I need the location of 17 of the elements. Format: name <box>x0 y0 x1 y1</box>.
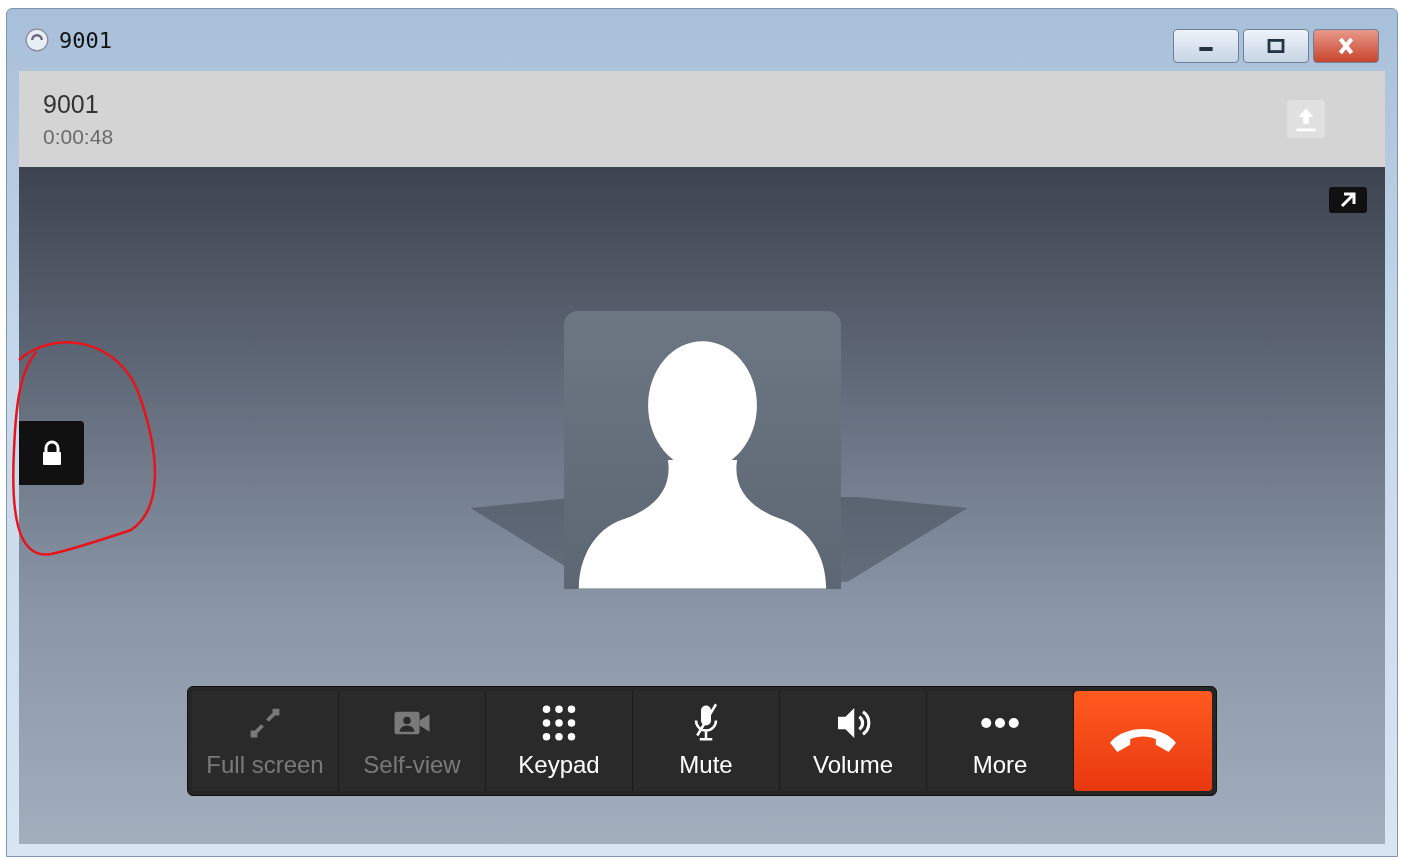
caller-name: 9001 <box>43 89 100 119</box>
toolbar-button[interactable]: Volume <box>780 691 927 791</box>
call-duration: 0:00:48 <box>43 124 114 149</box>
phone-handset-icon <box>1110 728 1176 754</box>
toolbar-button[interactable]: More <box>927 691 1074 791</box>
toolbar-button[interactable]: Mute <box>633 691 780 791</box>
toolbar-button[interactable]: Keypad <box>486 691 633 791</box>
window-title: 9001 <box>59 27 112 53</box>
dots-icon <box>981 718 1019 728</box>
popout-icon[interactable] <box>1329 187 1367 213</box>
app-icon <box>25 28 49 52</box>
lock-button[interactable] <box>19 421 84 485</box>
hang-up-button[interactable] <box>1074 691 1212 791</box>
close-button[interactable] <box>1313 29 1379 63</box>
minimize-icon <box>1199 47 1213 51</box>
maximize-button[interactable] <box>1243 29 1309 63</box>
minimize-button[interactable] <box>1173 29 1239 63</box>
